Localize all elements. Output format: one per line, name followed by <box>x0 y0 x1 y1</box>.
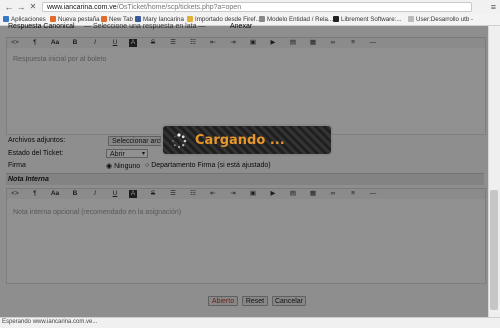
apps-icon <box>3 16 9 22</box>
loading-overlay <box>0 26 488 317</box>
facebook-icon <box>135 16 141 22</box>
folder-icon <box>187 16 193 22</box>
bookmark-librement[interactable]: Librement Software:... <box>333 15 402 24</box>
back-icon[interactable]: ← <box>4 2 14 12</box>
loading-text: Cargando ... <box>195 133 285 148</box>
browser-menu-icon[interactable]: ≡ <box>491 2 496 12</box>
url-field[interactable]: www.iancarina.com.ve/OsTicket/home/scp/t… <box>42 2 472 12</box>
page-icon <box>101 16 107 22</box>
page-icon <box>50 16 56 22</box>
forward-icon[interactable]: → <box>16 2 26 12</box>
page-icon <box>259 16 265 22</box>
scrollbar-thumb[interactable] <box>490 190 498 310</box>
address-bar-row: ← → ✕ www.iancarina.com.ve/OsTicket/home… <box>0 0 500 15</box>
url-host: www.iancarina.com.ve <box>47 4 117 11</box>
logo-icon <box>333 16 339 22</box>
loading-dialog: Cargando ... <box>161 124 333 156</box>
bookmark-modelo[interactable]: Modelo Entidad / Rela... <box>259 15 333 24</box>
page-icon <box>408 16 414 22</box>
url-path: /OsTicket/home/scp/tickets.php?a=open <box>116 4 242 11</box>
spinner-icon <box>172 133 187 149</box>
stop-icon[interactable]: ✕ <box>28 2 38 12</box>
status-text: Esperando www.iancarina.com.ve... <box>2 319 98 325</box>
browser-status-bar: Esperando www.iancarina.com.ve... <box>0 317 500 328</box>
bookmark-user-desarrollo[interactable]: User:Desarrollo utb - <box>408 15 473 24</box>
